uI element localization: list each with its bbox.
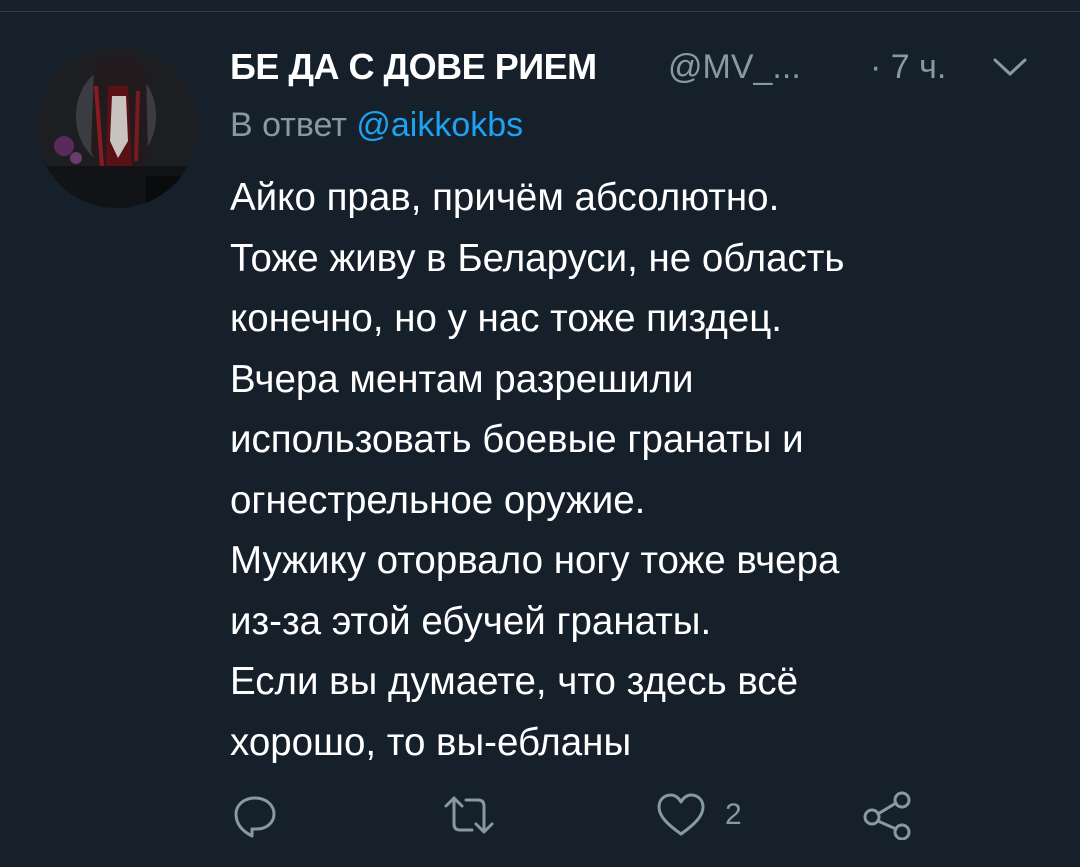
user-handle[interactable]: @MV_...	[668, 48, 801, 87]
retweet-button[interactable]	[440, 785, 498, 845]
like-icon	[657, 793, 705, 836]
chevron-down-icon[interactable]	[990, 52, 1030, 82]
share-icon	[863, 791, 911, 840]
tweet-text-line: конечно, но у нас тоже пиздец.	[230, 297, 782, 340]
tweet-timestamp[interactable]: · 7 ч.	[870, 48, 946, 87]
tweet[interactable]: БЕ ДА С ДОВЕ РИЕМ @MV_... · 7 ч. В ответ…	[230, 38, 1050, 764]
like-count: 2	[725, 798, 742, 831]
tweet-text-line: Если вы думаете, что здесь всё	[230, 660, 799, 703]
tweet-text-line: из-за этой ебучей гранаты.	[230, 599, 712, 643]
display-name[interactable]: БЕ ДА С ДОВЕ РИЕМ	[230, 46, 597, 88]
tweet-text-line: Айко прав, причём абсолютно.	[230, 176, 780, 219]
share-button[interactable]	[860, 785, 914, 845]
top-divider	[0, 0, 1080, 12]
reply-button[interactable]	[230, 785, 280, 845]
tweet-text-line: огнестрельное оружие.	[230, 478, 646, 522]
retweet-icon	[444, 796, 494, 834]
reply-prefix: В ответ	[230, 106, 347, 144]
tweet-text-line: Мужику оторвало ногу тоже вчера	[230, 539, 840, 582]
tweet-header: БЕ ДА С ДОВЕ РИЕМ @MV_... · 7 ч.	[230, 38, 1050, 98]
tweet-text-line: хорошо, то вы-ебланы	[230, 720, 632, 764]
tweet-actions: 2	[230, 785, 990, 845]
reply-context: В ответ @aikkokbs	[230, 106, 523, 145]
tweet-text-line: Вчера ментам разрешили	[230, 357, 694, 401]
avatar-image	[36, 46, 198, 208]
tweet-text: Айко прав, причём абсолютно. Тоже живу в…	[230, 168, 1050, 773]
reply-icon	[234, 796, 276, 838]
like-button[interactable]: 2	[655, 785, 742, 845]
tweet-text-line: Тоже живу в Беларуси, не область	[230, 236, 845, 280]
reply-mention-link[interactable]: @aikkokbs	[356, 106, 523, 144]
tweet-text-line: использовать боевые гранаты и	[230, 418, 804, 461]
avatar[interactable]	[36, 46, 198, 208]
